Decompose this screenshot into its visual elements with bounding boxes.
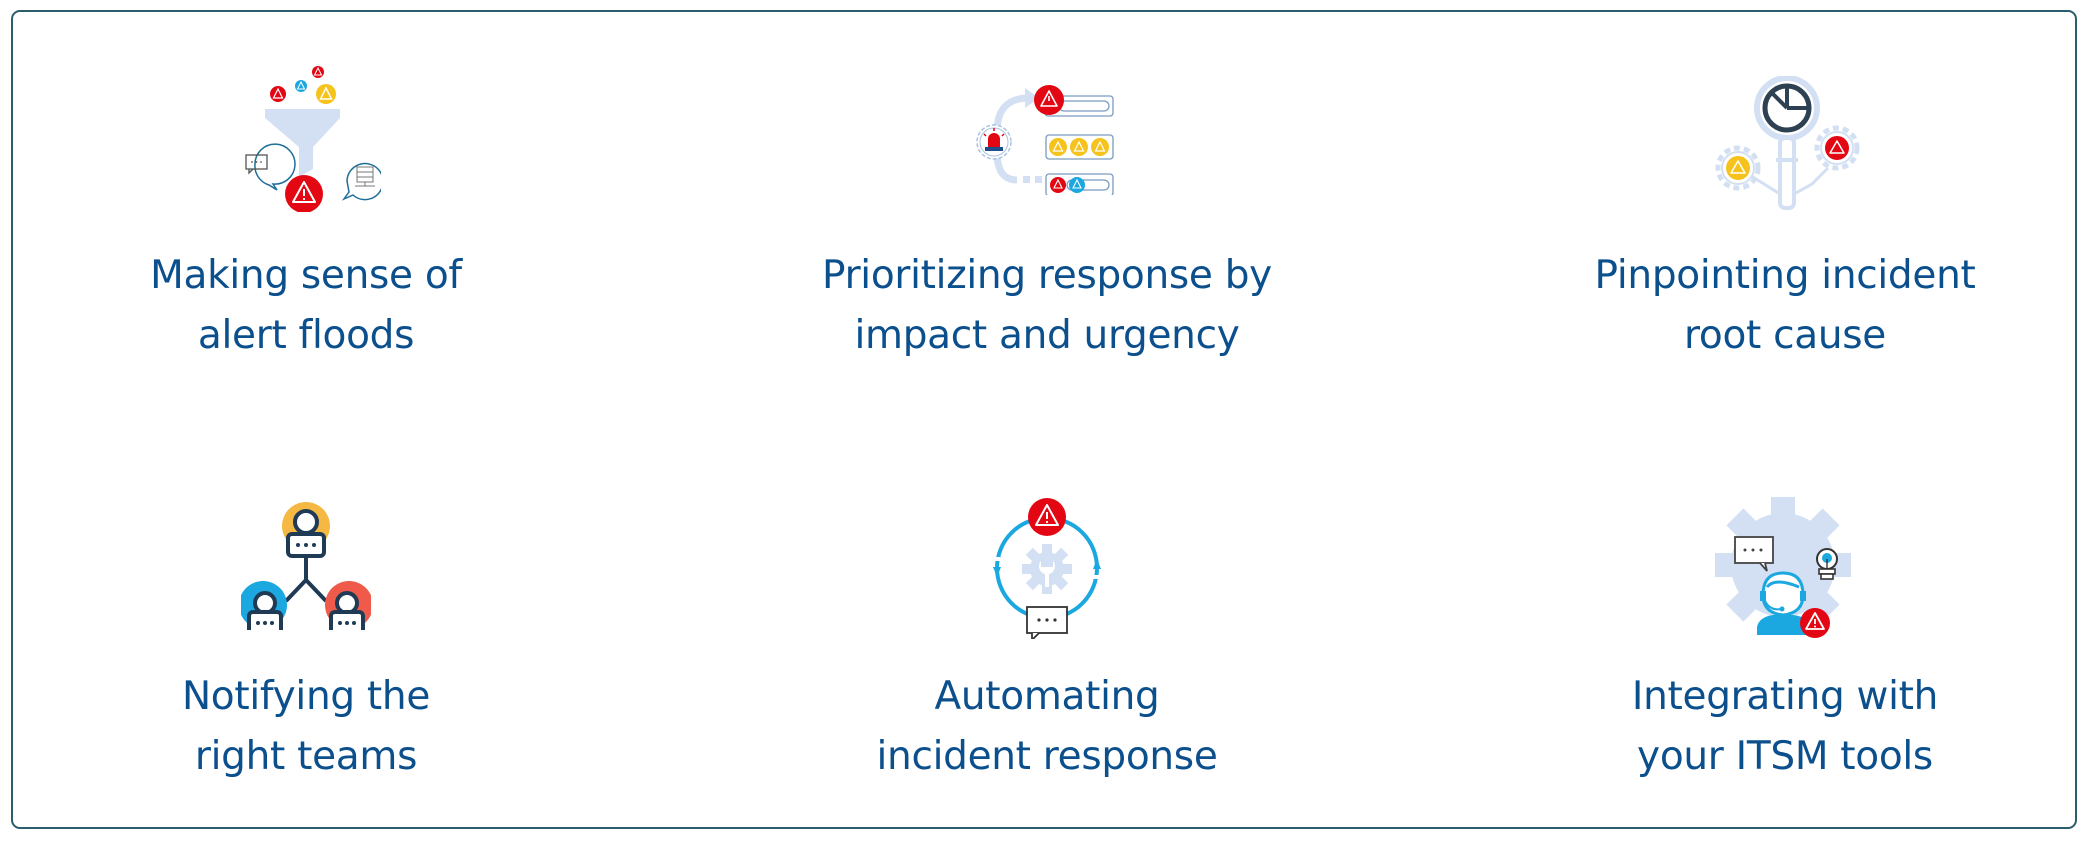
feature-title-line-1: Making sense of (150, 253, 462, 298)
feature-title-line-1: Pinpointing incident (1594, 253, 1976, 298)
feature-title-line-1: Prioritizing response by (822, 253, 1272, 298)
funnel-alerts-icon (231, 62, 381, 212)
feature-title: Prioritizing response by impact and urge… (697, 246, 1397, 366)
team-hierarchy-icon (241, 500, 371, 630)
magnifier-gears-icon (1710, 76, 1860, 211)
feature-title-line-2: incident response (876, 734, 1218, 779)
feature-title-line-1: Notifying the (181, 674, 431, 719)
feature-title-line-2: alert floods (197, 313, 415, 358)
automation-cycle-icon (987, 497, 1107, 639)
feature-title-line-1: Automating (934, 674, 1160, 719)
support-agent-gear-icon (1715, 495, 1855, 640)
feature-title: Making sense of alert floods (0, 246, 656, 366)
feature-title-line-1: Integrating with (1631, 674, 1939, 719)
feature-title: Integrating with your ITSM tools (1435, 667, 2089, 787)
feature-title-line-2: right teams (194, 734, 418, 779)
feature-title: Pinpointing incident root cause (1435, 246, 2089, 366)
feature-title-line-2: your ITSM tools (1637, 734, 1933, 779)
feature-title: Automating incident response (697, 667, 1397, 787)
feature-title-line-2: root cause (1684, 313, 1886, 358)
feature-title: Notifying the right teams (0, 667, 656, 787)
feature-title-line-2: impact and urgency (854, 313, 1240, 358)
priority-queue-icon (967, 80, 1127, 195)
